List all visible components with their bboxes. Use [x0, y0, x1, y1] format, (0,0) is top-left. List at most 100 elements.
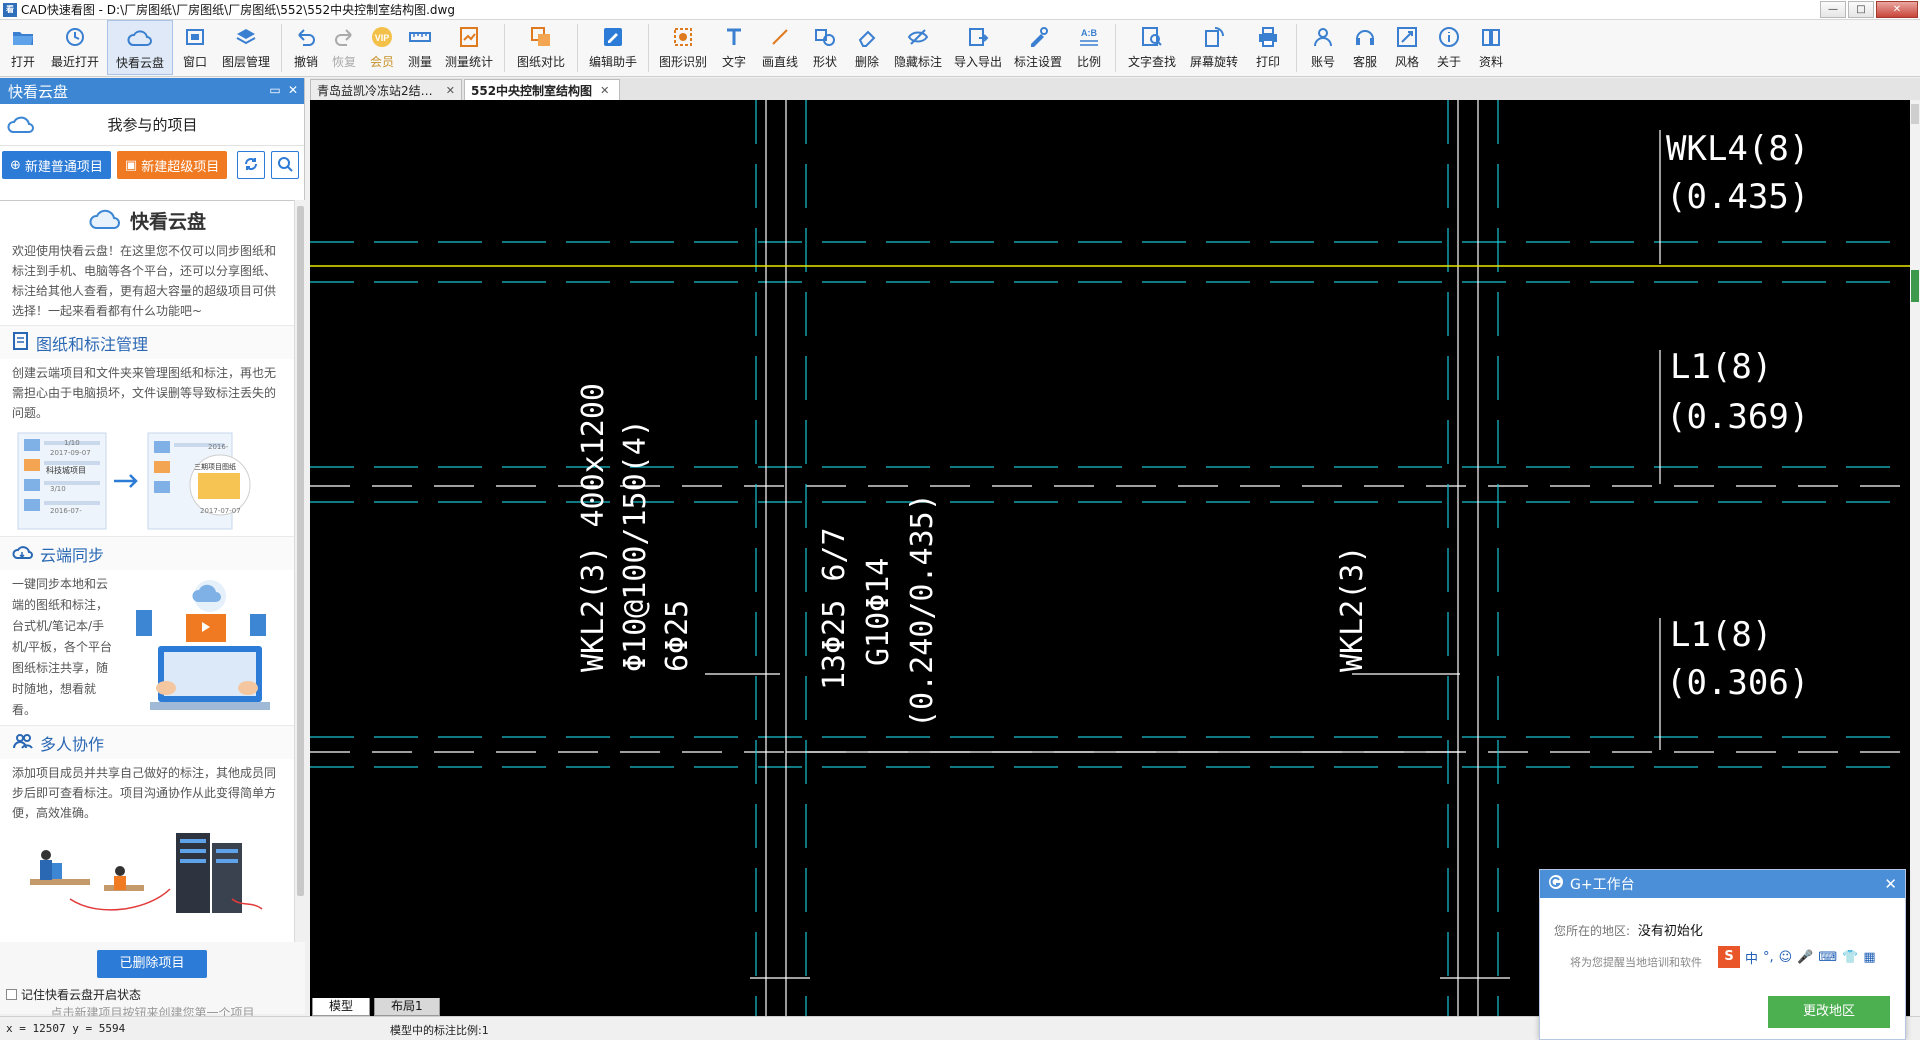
change-region-button[interactable]: 更改地区 [1768, 996, 1890, 1028]
support-label: 客服 [1352, 55, 1377, 69]
compare-button[interactable]: 图纸对比 [511, 20, 571, 75]
deleted-projects-button[interactable]: 已删除项目 [97, 950, 207, 978]
account-button[interactable]: 账号 [1303, 20, 1343, 75]
collaboration-illustration [10, 829, 284, 919]
ime-logo-icon[interactable]: S [1718, 946, 1740, 968]
scale-button[interactable]: A:B 比例 [1069, 20, 1109, 75]
label-column-g10[interactable]: G10Φ14 [861, 558, 896, 666]
tab-layout1[interactable]: 布局1 [374, 998, 440, 1016]
label-wkl4[interactable]: WKL4(8) [1666, 129, 1809, 169]
cloud-panel-scrollbar[interactable] [294, 200, 305, 942]
tab-label: 青岛益凯冷冻站2结构… [317, 83, 438, 98]
about-button[interactable]: 关于 [1429, 20, 1469, 75]
remember-state-checkbox[interactable] [6, 989, 17, 1000]
support-button[interactable]: 客服 [1345, 20, 1385, 75]
text-button[interactable]: 文字 [713, 20, 755, 75]
style-button[interactable]: 风格 [1387, 20, 1427, 75]
tab-control-room-drawing[interactable]: 552中央控制室结构图 ✕ [464, 79, 620, 100]
remember-state-option[interactable]: 记住快看云盘开启状态 [6, 986, 141, 1003]
ime-emoji-icon[interactable]: ☺ [1779, 950, 1793, 965]
annotation-settings-button[interactable]: 标注设置 [1009, 20, 1067, 75]
label-column-rebar[interactable]: 13Φ25 6/7 [817, 527, 852, 690]
measure-label: 测量 [407, 55, 432, 69]
shape-recognize-button[interactable]: 图形识别 [655, 20, 711, 75]
import-export-button[interactable]: 导入导出 [949, 20, 1007, 75]
undo-button[interactable]: 撤销 [288, 20, 324, 75]
window-controls: — □ ✕ [1820, 1, 1918, 18]
canvas-vertical-scrollbar[interactable] [1910, 100, 1920, 1016]
label-wkl2-left[interactable]: WKL2(3) 400x1200 [576, 383, 611, 672]
region-value: 没有初始化 [1637, 924, 1703, 939]
scale-icon-text: A:B [1081, 28, 1097, 38]
label-l1-lower[interactable]: L1(8) [1670, 615, 1772, 655]
measure-button[interactable]: 测量 [402, 20, 438, 75]
label-column-elevation[interactable]: (0.240/0.435) [905, 493, 940, 728]
restore-panel-icon[interactable]: ▭ [268, 83, 282, 97]
new-normal-project-button[interactable]: ⊕ 新建普通项目 [2, 151, 111, 179]
label-wkl4-elevation[interactable]: (0.435) [1666, 177, 1809, 217]
region-label: 您所在的地区: [1554, 924, 1631, 938]
close-tab-icon[interactable]: ✕ [600, 84, 609, 97]
search-project-button[interactable] [271, 151, 300, 179]
ime-skin-icon[interactable]: 👕 [1842, 950, 1858, 965]
import-export-icon [965, 25, 991, 49]
edit-assistant-button[interactable]: 编辑助手 [584, 20, 642, 75]
label-l1-upper[interactable]: L1(8) [1670, 347, 1772, 387]
delete-button[interactable]: 删除 [847, 20, 887, 75]
text-search-label: 文字查找 [1127, 55, 1176, 69]
label-l1-upper-elevation[interactable]: (0.369) [1666, 397, 1809, 437]
label-l1-lower-elevation[interactable]: (0.306) [1666, 663, 1809, 703]
cloud-sync-body: 一键同步本地和云端的图纸和标注，台式机/笔记本/手机/平板，各个平台图纸标注共享… [0, 570, 294, 725]
layers-button[interactable]: 图层管理 [217, 20, 275, 75]
sync-button[interactable] [237, 151, 266, 179]
redo-button[interactable]: 恢复 [326, 20, 362, 75]
label-rebar[interactable]: 6Φ25 [660, 600, 695, 672]
illus-date-3: 2017-07-07 [200, 507, 241, 515]
close-popup-icon[interactable]: ✕ [1884, 875, 1897, 893]
cloud-button[interactable]: 快看云盘 [107, 20, 173, 75]
window-button[interactable]: 窗口 [175, 20, 215, 75]
open-button[interactable]: 打开 [3, 20, 43, 75]
canvas-scrollbar-thumb[interactable] [1911, 104, 1919, 124]
text-search-icon [1139, 25, 1165, 49]
label-stirrup[interactable]: Φ10@100/150(4) [618, 419, 653, 672]
hide-annotation-button[interactable]: 隐藏标注 [889, 20, 947, 75]
cloud-panel-footer: 已删除项目 记住快看云盘开启状态 点击新建项目按钮来创建您第一个项目 [0, 942, 305, 1020]
annotation-settings-label: 标注设置 [1013, 55, 1062, 69]
maximize-button[interactable]: □ [1848, 1, 1874, 18]
ime-punctuation[interactable]: °, [1763, 950, 1774, 965]
close-panel-icon[interactable]: ✕ [286, 83, 300, 97]
intro-text: 欢迎使用快看云盘！在这里您不仅可以同步图纸和标注到手机、电脑等各个平台，还可以分… [12, 244, 277, 318]
intro-heading: 快看云盘 [0, 201, 294, 239]
canvas-scroll-indicator[interactable] [1911, 270, 1919, 302]
new-super-project-button[interactable]: ▣ 新建超级项目 [116, 151, 228, 179]
compare-icon [528, 25, 554, 49]
section-text: 添加项目成员并共享自己做好的标注，其他成员同步后即可查看标注。项目沟通协作从此变… [12, 766, 277, 820]
text-label: 文字 [721, 55, 746, 69]
text-search-button[interactable]: 文字查找 [1122, 20, 1182, 75]
recent-button[interactable]: 最近打开 [45, 20, 105, 75]
rotate-icon [1201, 25, 1227, 49]
ime-keyboard-icon[interactable]: ⌨ [1818, 950, 1837, 965]
label-wkl2-right[interactable]: WKL2(3) [1335, 546, 1370, 672]
scrollbar-thumb[interactable] [297, 206, 304, 896]
minimize-button[interactable]: — [1820, 1, 1846, 18]
shape-button[interactable]: 形状 [805, 20, 845, 75]
ime-toolbox-icon[interactable]: ▦ [1863, 950, 1875, 965]
ime-chinese-mode[interactable]: 中 [1745, 948, 1758, 967]
print-button[interactable]: 打印 [1246, 20, 1290, 75]
rotate-button[interactable]: 屏幕旋转 [1184, 20, 1244, 75]
account-label: 账号 [1310, 55, 1335, 69]
scale-icon: A:B [1076, 25, 1102, 49]
close-tab-icon[interactable]: ✕ [446, 84, 455, 97]
annotation-settings-icon [1025, 25, 1051, 49]
tab-qingdao-drawing[interactable]: 青岛益凯冷冻站2结构… ✕ [310, 79, 462, 100]
line-button[interactable]: 画直线 [757, 20, 803, 75]
vip-button[interactable]: VIP 会员 [364, 20, 400, 75]
rotate-label: 屏幕旋转 [1189, 55, 1238, 69]
tab-model[interactable]: 模型 [312, 998, 371, 1016]
ime-voice-icon[interactable]: 🎤 [1797, 950, 1813, 965]
close-window-button[interactable]: ✕ [1876, 1, 1918, 18]
resources-button[interactable]: 资料 [1471, 20, 1511, 75]
measure-stats-button[interactable]: 测量统计 [440, 20, 498, 75]
